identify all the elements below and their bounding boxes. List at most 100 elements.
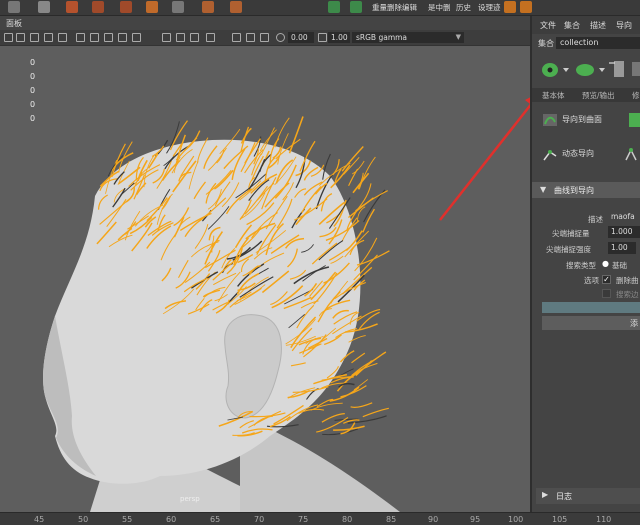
timeline-tick: 80 [342, 515, 353, 524]
safe-frame-icon[interactable] [260, 33, 269, 42]
dynamic-guide-label: 动态导向 [562, 149, 594, 158]
film-gate-icon[interactable] [58, 33, 67, 42]
chevron-down-icon [563, 68, 569, 72]
hair-strand [332, 159, 340, 176]
timeline-tick: 70 [254, 515, 265, 524]
tab-modifiers[interactable]: 修 [632, 90, 640, 101]
close-x-icon[interactable] [350, 1, 362, 13]
isolate-icon[interactable] [162, 33, 171, 42]
tip-capture-field[interactable]: 1.000 [608, 226, 640, 238]
ao-icon[interactable] [132, 33, 141, 42]
menu-collection[interactable]: 集合 [564, 20, 580, 31]
section-title: 曲线到导向 [554, 186, 594, 195]
timeline-tick: 90 [428, 515, 439, 524]
hair-strand [333, 425, 365, 431]
delete-curves-label: 删除曲 [616, 276, 639, 285]
description-label: 描述 [588, 215, 603, 224]
head-shape [43, 139, 361, 484]
render-settings-icon[interactable] [230, 1, 242, 13]
hair-strand [350, 402, 373, 408]
hair-strand [288, 116, 304, 154]
color-space-select[interactable]: sRGB gamma ▼ [352, 32, 464, 43]
camera-icon[interactable] [4, 33, 13, 42]
bookmarks-icon[interactable] [232, 33, 241, 42]
xgen-tabs: 基本体 预览/输出 修 [532, 88, 640, 102]
image-plane-icon[interactable] [30, 33, 39, 42]
lighting-icon[interactable] [104, 33, 113, 42]
rotate-tool-icon[interactable] [92, 1, 104, 13]
log-label: 日志 [556, 492, 572, 501]
viewport-toolbar: 0.00 1.00 sRGB gamma ▼ [0, 30, 530, 46]
menu-file[interactable]: 文件 [540, 20, 556, 31]
shelf-icon-a[interactable] [504, 1, 516, 13]
grid-toggle-icon[interactable] [44, 33, 53, 42]
magnet-icon[interactable] [172, 1, 184, 13]
hair-strand [362, 407, 389, 418]
delete-curves-checkbox[interactable]: ✓ [602, 275, 611, 284]
wireframe-icon[interactable] [16, 33, 25, 42]
tip-capture-label: 尖端捕捉量 [552, 229, 590, 238]
resolution-gate-icon[interactable] [246, 33, 255, 42]
move-tool-icon[interactable] [66, 1, 78, 13]
toolbar-label-4[interactable]: 设理迹 [478, 2, 501, 13]
dynamic-guide-tool[interactable]: 动态导向 [542, 144, 640, 164]
scale-tool-icon[interactable] [120, 1, 132, 13]
hair-strand [358, 156, 376, 190]
description-field[interactable]: maofa [608, 211, 640, 223]
search-checkbox[interactable] [602, 289, 611, 298]
timeline-tick: 75 [298, 515, 309, 524]
search-type-value: 基础 [612, 261, 627, 270]
exposure-field[interactable]: 0.00 [288, 32, 314, 43]
shelf-icons-svg [542, 61, 640, 77]
toolbar-label-3[interactable]: 历史 [456, 2, 471, 13]
timeline-tick: 65 [210, 515, 221, 524]
exposure-icon[interactable] [276, 33, 285, 42]
snap-icon[interactable] [146, 1, 158, 13]
head-hair-render [43, 97, 530, 512]
xgen-menu-bar: 文件 集合 描述 导向 [532, 16, 640, 34]
gamma-icon[interactable] [318, 33, 327, 42]
radio-dot-icon[interactable]: ● [602, 259, 609, 268]
menu-guides[interactable]: 导向 [616, 20, 632, 31]
collection-row: 集合 collection [532, 36, 640, 51]
textured-icon[interactable] [90, 33, 99, 42]
curves-to-guides-section[interactable]: ▼ 曲线到导向 [532, 182, 640, 198]
shadows-icon[interactable] [118, 33, 127, 42]
guide-to-curve-tool[interactable]: 导向到曲面 [542, 110, 640, 130]
xray-joints-icon[interactable] [190, 33, 199, 42]
tip-strength-field[interactable]: 1.00 [608, 242, 636, 254]
timeline-tick: 110 [596, 515, 612, 524]
log-section[interactable]: ▶ 日志 [536, 488, 640, 504]
progress-bar [542, 302, 640, 313]
panel-menu-label[interactable]: 面板 [6, 18, 22, 29]
grid-icon[interactable] [8, 1, 20, 13]
time-slider[interactable]: 45 50 55 60 65 70 75 80 85 90 95 100 105… [0, 512, 640, 525]
search-label: 搜索边 [616, 290, 639, 299]
hair-strand [274, 117, 290, 148]
tab-primitives[interactable]: 基本体 [542, 90, 565, 101]
hypershade-icon[interactable] [328, 1, 340, 13]
shaded-icon[interactable] [76, 33, 85, 42]
dynamic-guide-icon [543, 150, 557, 161]
add-guide-eye-pupil [547, 67, 553, 73]
timeline-tick: 45 [34, 515, 45, 524]
tip-strength-label: 尖端捕捉强度 [546, 245, 591, 254]
3d-viewport[interactable]: 面板 0.00 1.00 sRGB gamma ▼ 0 0 0 0 0 pers… [0, 16, 530, 512]
toolbar-label-1[interactable]: 重量删除编辑 [372, 2, 417, 13]
gamma-value-field[interactable]: 1.00 [328, 32, 350, 43]
collapse-triangle-icon: ▼ [540, 185, 547, 194]
toolbar-label-2[interactable]: 是中删 [428, 2, 451, 13]
convert-icon [629, 113, 640, 127]
expand-triangle-icon: ▶ [542, 490, 549, 499]
camera-attrs-icon[interactable] [206, 33, 215, 42]
hair-strand [348, 168, 359, 187]
tab-preview-output[interactable]: 预览/输出 [582, 90, 615, 101]
render-icon[interactable] [202, 1, 214, 13]
select-tool-icon[interactable] [38, 1, 50, 13]
timeline-tick: 60 [166, 515, 177, 524]
collection-select[interactable]: collection [556, 37, 640, 49]
add-button[interactable]: 添 [542, 316, 640, 330]
xray-icon[interactable] [176, 33, 185, 42]
menu-description[interactable]: 描述 [590, 20, 606, 31]
shelf-icon-b[interactable] [520, 1, 532, 13]
